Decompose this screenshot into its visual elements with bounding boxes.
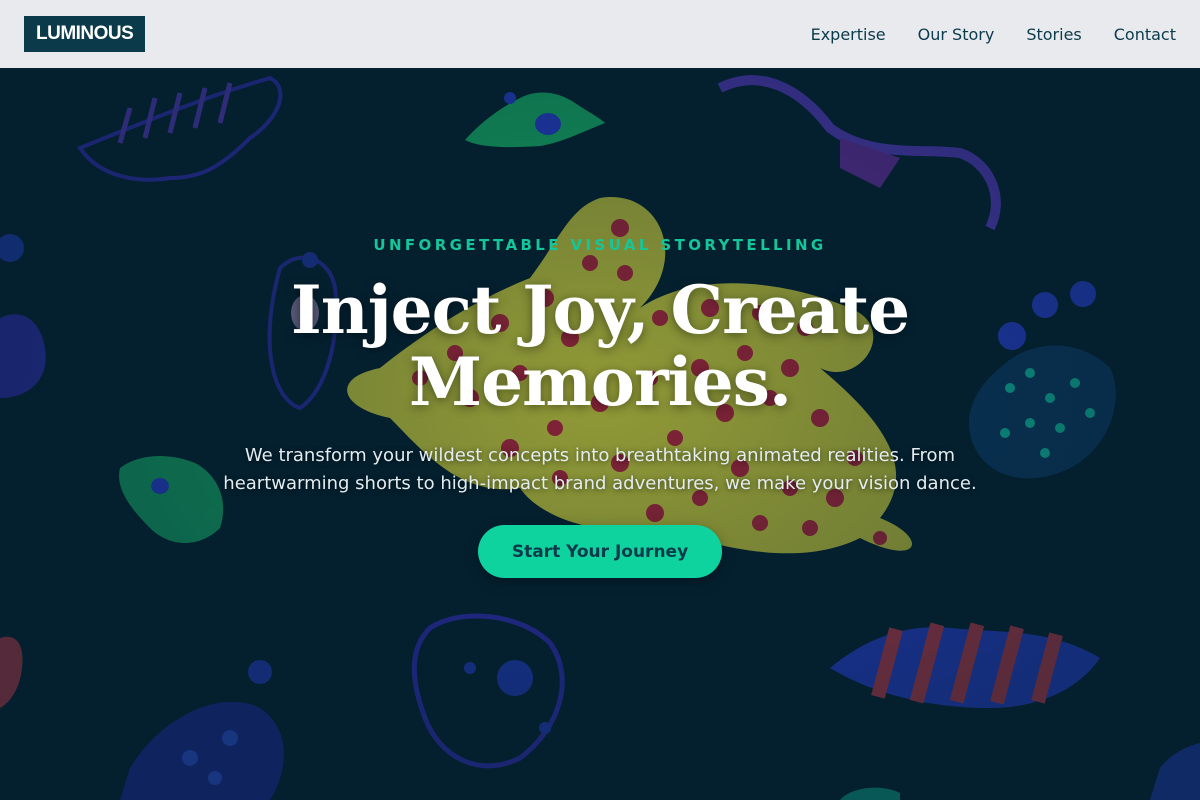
site-header: LUMINOUS Expertise Our Story Stories Con… [0, 0, 1200, 68]
nav-link-expertise[interactable]: Expertise [811, 25, 886, 44]
start-journey-button[interactable]: Start Your Journey [478, 525, 722, 578]
hero-subtitle: We transform your wildest concepts into … [223, 445, 977, 494]
hero-eyebrow: UNFORGETTABLE VISUAL STORYTELLING [373, 236, 827, 254]
nav-link-our-story[interactable]: Our Story [918, 25, 995, 44]
main-nav: Expertise Our Story Stories Contact [811, 25, 1176, 44]
hero-title: Inject Joy, Create Memories. [290, 271, 910, 421]
nav-link-stories[interactable]: Stories [1026, 25, 1081, 44]
nav-link-contact[interactable]: Contact [1114, 25, 1176, 44]
brand-logo[interactable]: LUMINOUS [24, 16, 146, 52]
hero-section: UNFORGETTABLE VISUAL STORYTELLING Inject… [0, 68, 1200, 800]
hero-content: UNFORGETTABLE VISUAL STORYTELLING Inject… [0, 68, 1200, 800]
